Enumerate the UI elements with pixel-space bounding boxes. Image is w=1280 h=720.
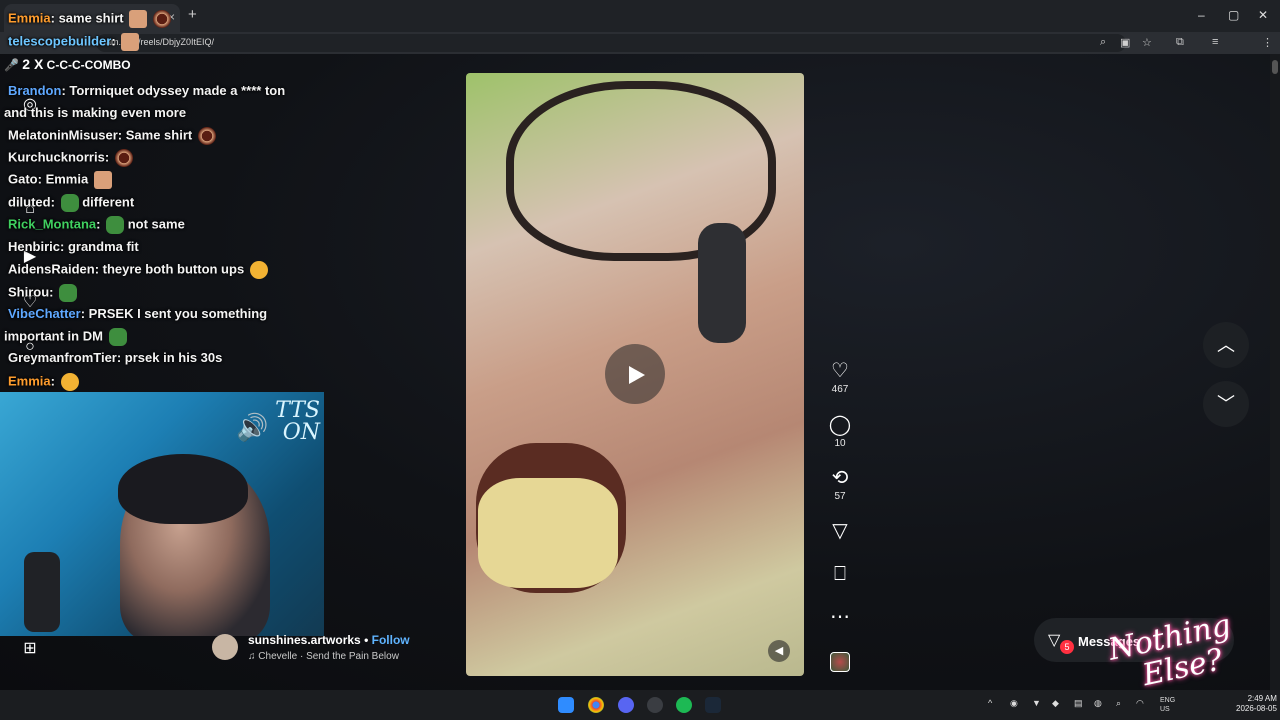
- zoom-icon[interactable]: ⌕: [1100, 36, 1106, 49]
- music-note-icon: ♫: [248, 651, 256, 662]
- bookmark-star-icon[interactable]: ☆: [1142, 36, 1152, 49]
- chat-message: Rick_Montana: not same: [8, 216, 185, 234]
- steam-icon[interactable]: [705, 697, 721, 713]
- chevron-up-icon: ︿: [1217, 335, 1235, 355]
- cast-icon[interactable]: ▣: [1120, 36, 1130, 49]
- close-window-button[interactable]: ✕: [1258, 8, 1268, 22]
- emote-icon: [121, 33, 140, 51]
- mute-icon[interactable]: ◀: [768, 640, 790, 662]
- send-icon: ▽: [832, 520, 848, 542]
- chat-message: diluted: different: [8, 194, 134, 212]
- previous-reel-button[interactable]: ︿: [1203, 322, 1249, 368]
- chat-message: telescopebuilder:: [8, 33, 140, 51]
- chat-message: GreymanfromTier: prsek in his 30s: [8, 350, 223, 365]
- emote-icon: [60, 373, 79, 391]
- extensions-icon[interactable]: ⧉: [1176, 36, 1184, 49]
- more-grid-icon[interactable]: ⊞: [20, 638, 40, 658]
- chat-message: Emmia: same shirt: [8, 10, 171, 28]
- audio-track[interactable]: ♫ Chevelle · Send the Pain Below: [248, 651, 399, 662]
- play-icon: [629, 366, 645, 384]
- page-scrollbar[interactable]: [1270, 54, 1280, 690]
- tray-app-icon[interactable]: ◍: [1094, 698, 1102, 709]
- emote-icon: [106, 216, 125, 234]
- chat-message-continued: and this is making even more: [4, 105, 187, 120]
- tab-bar: × + – ▢ ✕: [0, 0, 1280, 32]
- repost-button[interactable]: ⟲ 57: [826, 467, 854, 502]
- microphone-icon: 🎤: [4, 58, 19, 72]
- messages-badge: 5: [1060, 640, 1074, 654]
- chat-message: Kurchucknorris:: [8, 149, 133, 167]
- chat-message: Henbiric: grandma fit: [8, 239, 139, 254]
- heart-icon: ♡: [831, 360, 849, 382]
- new-tab-button[interactable]: +: [188, 6, 197, 23]
- like-count: 467: [831, 384, 849, 395]
- comment-count: 10: [834, 438, 846, 449]
- emote-icon: [249, 261, 268, 279]
- chevron-down-icon: ﹀: [1217, 394, 1235, 414]
- creator-avatar[interactable]: [212, 634, 238, 660]
- chat-message: Brandon: Torrniquet odyssey made a **** …: [8, 83, 286, 98]
- audio-thumbnail[interactable]: [830, 652, 850, 672]
- emote-icon: [129, 10, 148, 28]
- url-input[interactable]: [96, 34, 1126, 52]
- tray-search-icon[interactable]: ⌕: [1116, 698, 1121, 709]
- browser-menu-icon[interactable]: ⋮: [1262, 36, 1273, 49]
- emote-icon: [93, 171, 112, 189]
- more-options-button[interactable]: ⋯: [826, 606, 854, 628]
- tray-overflow-icon[interactable]: ^: [988, 698, 992, 708]
- streamer-hair: [118, 454, 248, 524]
- language-indicator[interactable]: ENG US: [1160, 696, 1175, 714]
- scrollbar-thumb[interactable]: [1272, 60, 1278, 74]
- creator-line: sunshines.artworks • Follow: [248, 633, 410, 647]
- maximize-button[interactable]: ▢: [1228, 8, 1239, 22]
- tray-network-icon[interactable]: ▤: [1074, 698, 1083, 709]
- follow-button[interactable]: Follow: [372, 633, 410, 647]
- start-windows-icon[interactable]: [558, 697, 574, 713]
- messages-send-icon: ▽: [1048, 632, 1061, 649]
- chat-message: MelatoninMisuser: Same shirt: [8, 127, 216, 145]
- emote-icon: [114, 149, 133, 167]
- bookmark-icon: ⎕: [834, 563, 846, 585]
- emote-icon: [59, 284, 78, 302]
- chat-message: VibeChatter: PRSEK I sent you something: [8, 306, 268, 321]
- repost-icon: ⟲: [831, 467, 849, 489]
- obs-icon[interactable]: [647, 697, 663, 713]
- save-button[interactable]: ⎕: [826, 563, 854, 585]
- chat-message: AidensRaiden: theyre both button ups: [8, 261, 268, 279]
- spotify-icon[interactable]: [676, 697, 692, 713]
- share-button[interactable]: ▽: [826, 520, 854, 542]
- reading-list-icon[interactable]: ≡: [1212, 36, 1218, 48]
- like-button[interactable]: ♡ 467: [826, 360, 854, 395]
- tray-brave-icon[interactable]: ▼: [1032, 698, 1041, 708]
- combo-banner: 🎤 2 X C-C-C-COMBO: [4, 56, 131, 72]
- more-icon: ⋯: [830, 606, 850, 628]
- streamer-webcam: TTS ON: [0, 392, 324, 636]
- chrome-icon[interactable]: [588, 697, 604, 713]
- next-reel-button[interactable]: ﹀: [1203, 381, 1249, 427]
- windows-taskbar: [0, 690, 1280, 720]
- tray-steam-icon[interactable]: ◉: [1010, 698, 1018, 709]
- repost-count: 57: [834, 491, 846, 502]
- microphone: [24, 552, 60, 632]
- emote-icon: [152, 10, 171, 28]
- tray-wifi-icon[interactable]: ◠: [1136, 698, 1144, 709]
- discord-icon[interactable]: [618, 697, 634, 713]
- tray-app-icon[interactable]: ◆: [1052, 698, 1059, 709]
- emote-icon: [108, 328, 127, 346]
- chat-message-continued: important in DM: [4, 328, 127, 346]
- creator-username[interactable]: sunshines.artworks: [248, 633, 361, 647]
- comment-button[interactable]: ◯ 10: [826, 414, 854, 449]
- emote-icon: [197, 127, 216, 145]
- emote-icon: [60, 194, 79, 212]
- comment-icon: ◯: [828, 414, 852, 436]
- system-clock[interactable]: 2:49 AM 2026-08-05: [1236, 694, 1277, 714]
- minimize-button[interactable]: –: [1198, 8, 1205, 22]
- chat-message: Emmia:: [8, 373, 79, 391]
- chat-message: Gato: Emmia: [8, 171, 112, 189]
- video-headphone: [698, 223, 746, 343]
- speaker-icon: 🔊: [236, 412, 269, 442]
- chat-message: Shirou:: [8, 284, 78, 302]
- video-teeth: [478, 478, 618, 588]
